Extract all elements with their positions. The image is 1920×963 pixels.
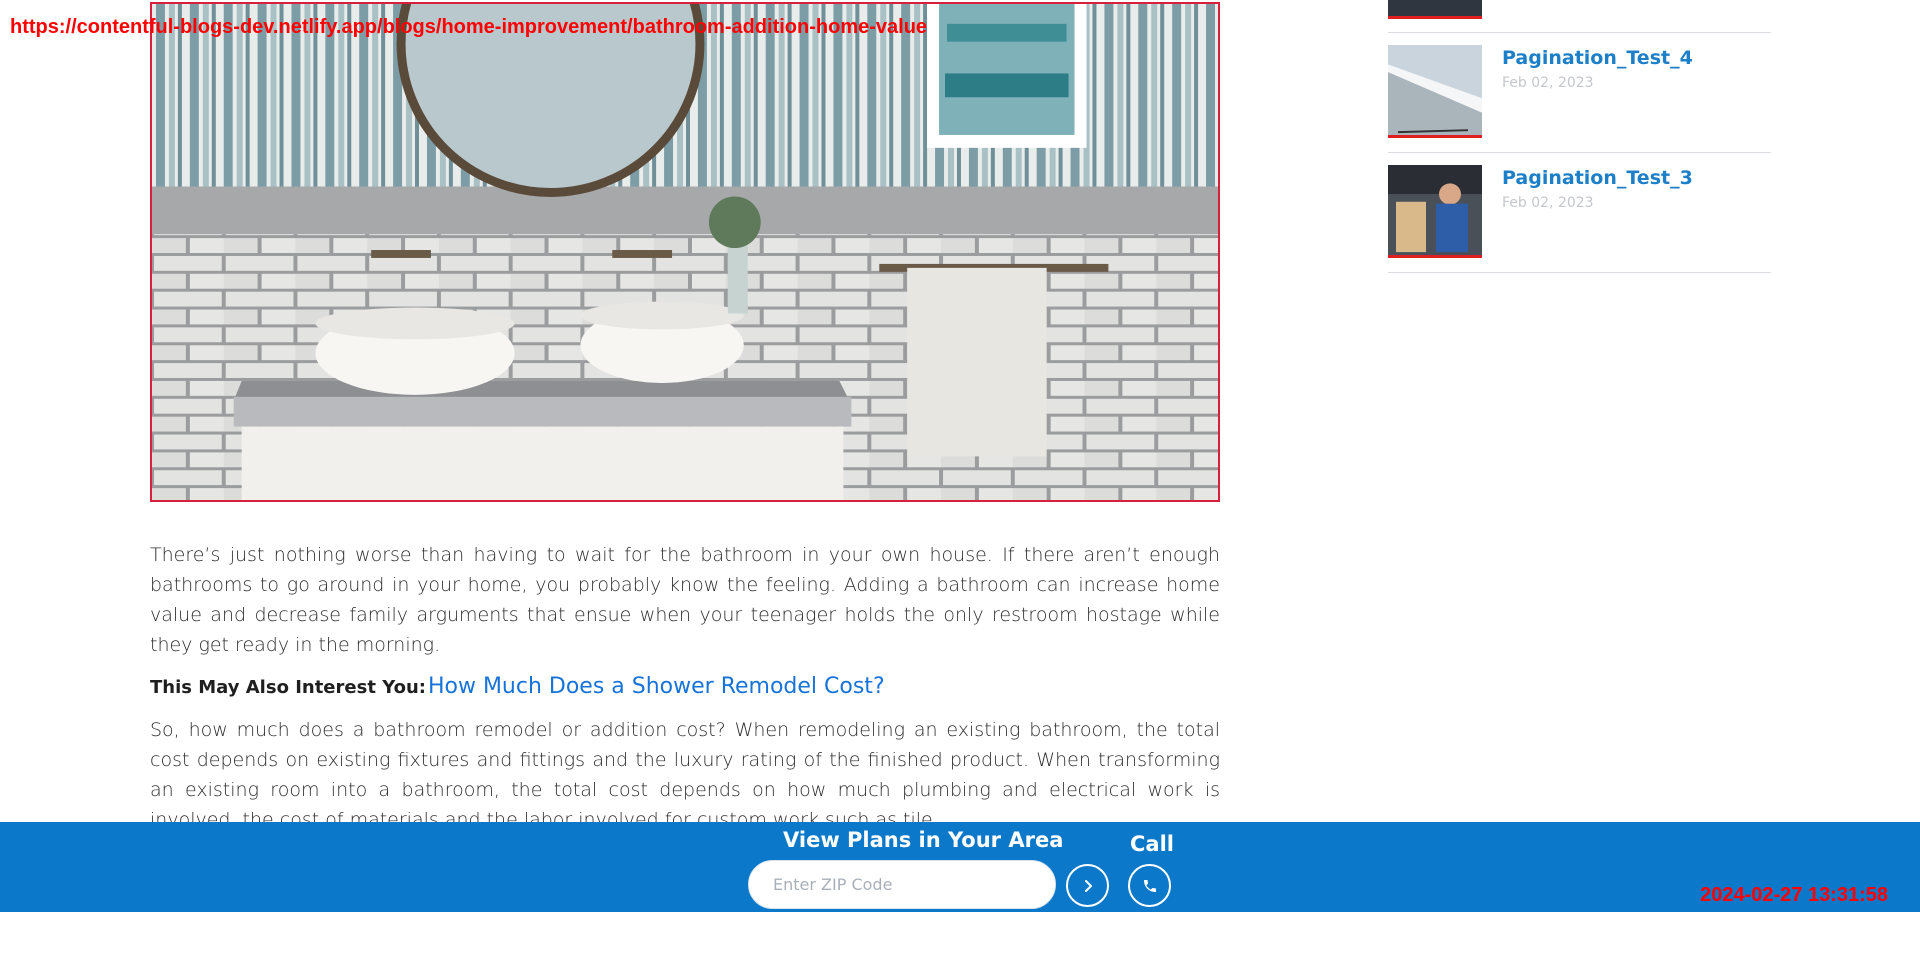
sidebar-item-date: Feb 02, 2023 — [1502, 75, 1594, 91]
cta-title: View Plans in Your Area — [783, 828, 1064, 852]
house-eave-icon — [1388, 45, 1482, 135]
bathroom-illustration — [152, 4, 1218, 500]
sidebar-item[interactable]: Pagination_Test_3 Feb 02, 2023 — [1388, 153, 1771, 273]
phone-icon — [1143, 879, 1156, 892]
article-paragraph: There’s just nothing worse than having t… — [150, 544, 1220, 656]
call-label: Call — [1130, 832, 1174, 856]
chevron-right-icon — [1084, 879, 1092, 892]
sidebar-item-partial[interactable] — [1388, 0, 1771, 33]
sidebar-item[interactable]: Pagination_Test_4 Feb 02, 2023 — [1388, 33, 1771, 153]
sidebar-item-title[interactable]: Pagination_Test_4 — [1502, 47, 1693, 69]
overlay-url: https://contentful-blogs-dev.netlify.app… — [10, 16, 928, 38]
technician-thumbnail[interactable] — [1388, 165, 1482, 258]
sidebar-item-title[interactable]: Pagination_Test_3 — [1502, 167, 1693, 189]
post-thumbnail[interactable] — [1388, 0, 1482, 19]
article-body: There’s just nothing worse than having t… — [150, 540, 1220, 835]
hero-image — [150, 2, 1220, 502]
sidebar-item-date: Feb 02, 2023 — [1502, 195, 1594, 211]
technician-icon — [1388, 165, 1482, 255]
house-eave-thumbnail[interactable] — [1388, 45, 1482, 138]
article-paragraph: So, how much does a bathroom remodel or … — [150, 719, 1220, 831]
related-label: This May Also Interest You: — [150, 677, 426, 698]
zip-submit-button[interactable] — [1066, 864, 1109, 907]
plans-cta-bar: View Plans in Your Area Call — [0, 822, 1920, 912]
recent-posts-sidebar: Pagination_Test_4 Feb 02, 2023 Paginatio… — [1388, 0, 1771, 273]
related-article: This May Also Interest You: How Much Doe… — [150, 674, 1220, 699]
overlay-timestamp: 2024-02-27 13:31:58 — [1700, 884, 1888, 906]
call-button[interactable] — [1128, 864, 1171, 907]
related-link[interactable]: How Much Does a Shower Remodel Cost? — [428, 674, 885, 699]
zip-code-input[interactable] — [748, 860, 1056, 909]
